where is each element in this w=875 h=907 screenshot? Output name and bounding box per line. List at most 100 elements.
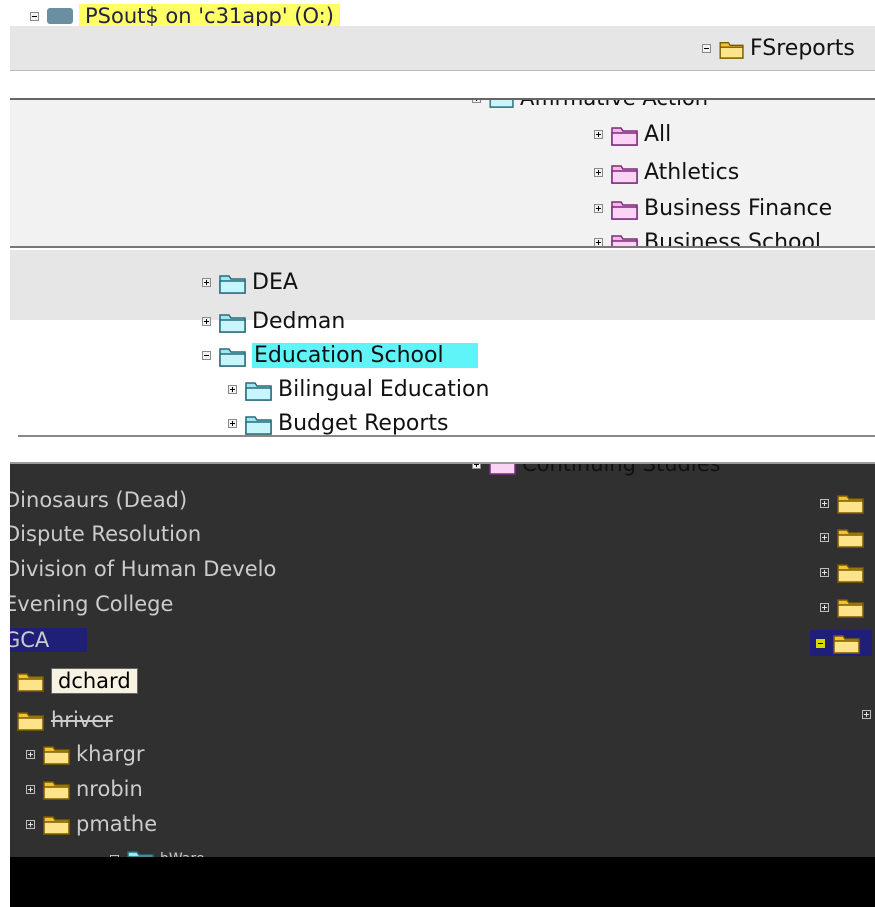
folder-icon [219, 272, 247, 294]
tree-item-label: Continuing Studies [522, 462, 721, 476]
tree-expander[interactable] [820, 596, 870, 618]
collapse-icon[interactable] [816, 638, 825, 648]
tree-item-label: Budget Reports [278, 411, 449, 435]
tree-item[interactable]: Continuing Studies [472, 462, 721, 476]
expand-icon[interactable] [26, 819, 35, 829]
expand-icon[interactable] [26, 784, 35, 794]
tree-item[interactable]: khargr [26, 742, 145, 766]
tree-item[interactable]: Dedman [202, 309, 345, 334]
expand-icon[interactable] [820, 532, 829, 542]
bottom-band [10, 857, 875, 907]
folder-open-icon [719, 39, 745, 59]
folder-icon [43, 778, 71, 800]
tree-item-selected[interactable]: GCA [10, 628, 88, 652]
tree-item-label: dchard [51, 668, 138, 694]
folder-icon [43, 743, 71, 765]
expand-icon[interactable] [26, 749, 35, 759]
fsreports-title: FSreports [750, 36, 855, 61]
tree-item-label: All [644, 122, 672, 147]
tree-item[interactable]: pmathe [26, 812, 157, 836]
folder-icon [611, 162, 639, 184]
expand-icon[interactable] [820, 602, 829, 612]
tree-item[interactable]: Dinosaurs (Dead) [10, 488, 187, 512]
tree-item-label: pmathe [76, 812, 158, 836]
tree-item-label: Evening College [10, 592, 174, 616]
fsreports-header: FSreports [10, 26, 875, 71]
tree-item-selected[interactable]: dchard [16, 668, 138, 694]
tree-item-label: Business Finance [644, 196, 833, 221]
tree-item[interactable]: DEA [202, 270, 298, 295]
folder-icon [837, 526, 865, 548]
education-panel: Dedman Education School Bilingual Educat… [10, 305, 875, 435]
collapse-icon[interactable] [202, 351, 211, 360]
folder-icon [611, 124, 639, 146]
folder-icon [611, 198, 639, 220]
tree-item-label: Dispute Resolution [10, 522, 202, 546]
drive-label: PSout$ on 'c31app' (O:) [79, 4, 340, 28]
collapse-icon[interactable] [30, 11, 39, 21]
folder-open-icon [833, 632, 861, 654]
tree-item-label: Dinosaurs (Dead) [10, 488, 188, 512]
tree-item-label: hriver [51, 708, 113, 732]
expand-icon[interactable] [228, 385, 237, 394]
tree-item-selected[interactable]: Education School [202, 343, 478, 368]
fsreports-root-row[interactable]: FSreports [702, 36, 855, 61]
folder-icon [43, 813, 71, 835]
folder-icon [245, 413, 273, 435]
tree-expander[interactable] [820, 492, 870, 514]
tree-item-label: Bilingual Education [278, 377, 490, 402]
tree-expander[interactable] [862, 710, 875, 719]
tree-expander[interactable] [820, 561, 870, 583]
collapse-icon[interactable] [702, 44, 711, 53]
folder-icon [245, 379, 273, 401]
tree-item-label: GCA [10, 628, 88, 652]
expand-icon[interactable] [820, 498, 829, 508]
folder-icon [489, 462, 517, 475]
tree-item[interactable]: Dispute Resolution [10, 522, 201, 546]
tree-item[interactable]: hriver [16, 708, 113, 732]
expand-icon[interactable] [862, 710, 871, 719]
tree-item[interactable]: Evening College [10, 592, 173, 616]
folder-open-icon [16, 670, 46, 692]
folder-icon [837, 596, 865, 618]
divider [18, 435, 875, 437]
folder-icon [489, 98, 515, 108]
tree-item[interactable]: Business Finance [594, 196, 832, 221]
tree-item-label: DEA [252, 270, 298, 295]
expand-icon[interactable] [472, 100, 481, 103]
tree-item[interactable]: nrobin [26, 777, 143, 801]
tree-item[interactable]: Bilingual Education [228, 377, 489, 402]
expand-icon[interactable] [594, 168, 603, 177]
expand-icon[interactable] [472, 464, 481, 469]
divider [10, 246, 875, 248]
expand-icon[interactable] [594, 130, 603, 139]
tree-item[interactable]: All [594, 122, 671, 147]
tree-item-label: Dedman [252, 309, 346, 334]
expand-icon[interactable] [202, 317, 211, 326]
dark-tree-panel: Continuing Studies Dinosaurs (Dead) Disp… [10, 462, 875, 859]
folder-icon [219, 311, 247, 333]
expand-icon[interactable] [202, 278, 211, 287]
tree-item[interactable]: Affirmative Action [472, 98, 709, 110]
tree-expander[interactable] [820, 526, 870, 548]
drive-row[interactable]: PSout$ on 'c31app' (O:) [30, 4, 340, 28]
tree-item[interactable]: Division of Human Develo [10, 557, 276, 581]
folder-icon [16, 709, 46, 731]
tree-item-label: Affirmative Action [520, 98, 709, 110]
network-drive-icon [47, 8, 73, 24]
tree-item[interactable]: Budget Reports [228, 411, 449, 435]
tree-item[interactable]: Athletics [594, 160, 739, 185]
tree-item-label: Education School [252, 343, 478, 368]
expand-icon[interactable] [228, 419, 237, 428]
tree-item-label: Athletics [644, 160, 740, 185]
expand-icon[interactable] [820, 567, 829, 577]
folder-open-icon [219, 345, 247, 367]
fsreports-panel: Affirmative Action All Athletics Busines… [10, 98, 875, 248]
folder-icon [837, 561, 865, 583]
tree-item-label: Division of Human Develo [10, 557, 277, 581]
expand-icon[interactable] [594, 204, 603, 213]
folder-icon [837, 492, 865, 514]
tree-expander-selected[interactable] [810, 630, 872, 656]
tree-item-label: khargr [76, 742, 145, 766]
tree-item-label: nrobin [76, 777, 143, 801]
